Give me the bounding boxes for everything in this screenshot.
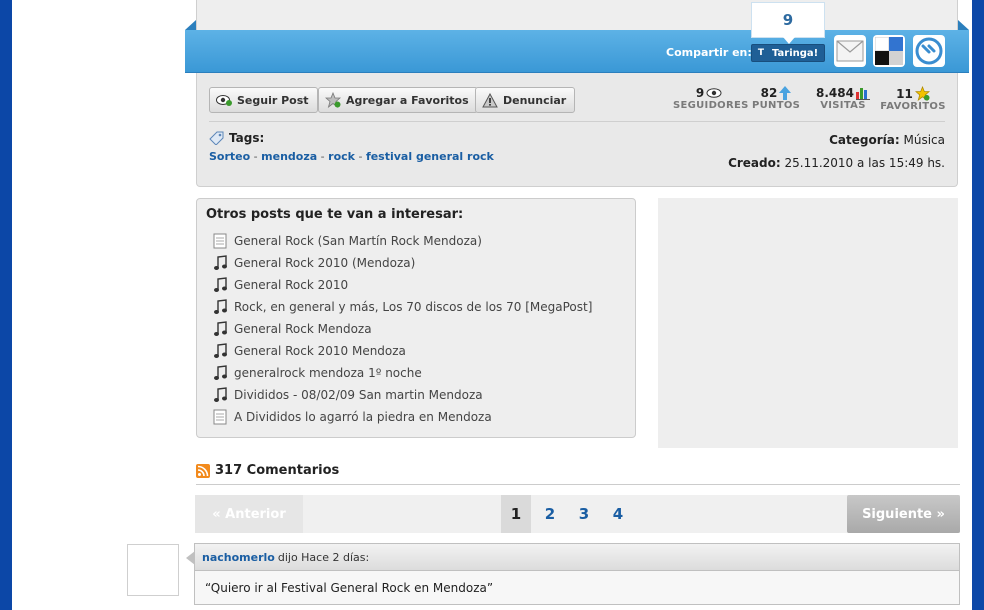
tag-link[interactable]: Sorteo <box>209 150 250 163</box>
pager-page[interactable]: 1 <box>501 495 531 533</box>
taringa-icon: T <box>757 48 765 58</box>
related-post-label: Divididos - 08/02/09 San martin Mendoza <box>234 388 483 402</box>
page-frame-left <box>0 0 12 610</box>
related-post-item[interactable]: General Rock Mendoza <box>213 318 592 340</box>
share-taringa-button[interactable]: T Taringa! <box>751 44 825 62</box>
music-note-icon <box>214 343 227 358</box>
comment-header: nachomerlo dijo Hace 2 días: <box>186 543 960 571</box>
page-frame-right <box>972 0 984 610</box>
report-button[interactable]: Denunciar <box>475 87 576 113</box>
share-delicious-icon[interactable] <box>873 35 905 67</box>
tag-separator: - <box>250 150 262 163</box>
post-body-bottom <box>196 0 958 34</box>
actions-divider <box>209 121 945 122</box>
comment-avatar[interactable] <box>127 544 179 596</box>
post-created: Creado: 25.11.2010 a las 15:49 hs. <box>728 156 945 170</box>
eye-icon <box>706 88 722 98</box>
pager-next-button[interactable]: Siguiente » <box>847 495 960 533</box>
tags-list: Sorteo - mendoza - rock - festival gener… <box>209 150 494 163</box>
eye-plus-icon <box>216 95 232 106</box>
tag-icon <box>209 131 224 145</box>
stat-followers: 9 SEGUIDORES <box>673 86 749 111</box>
star-plus-icon <box>325 92 341 108</box>
comment-author[interactable]: nachomerlo <box>202 551 275 564</box>
music-note-icon <box>214 255 227 270</box>
comments-divider <box>196 484 960 485</box>
tag-separator: - <box>354 150 366 163</box>
related-post-label: General Rock 2010 <box>234 278 349 292</box>
related-posts-title: Otros posts que te van a interesar: <box>206 207 464 222</box>
music-note-icon <box>214 365 227 380</box>
add-favorite-button[interactable]: Agregar a Favoritos <box>318 87 478 113</box>
related-post-item[interactable]: General Rock 2010 Mendoza <box>213 340 592 362</box>
comment-meta: dijo Hace 2 días: <box>277 550 370 564</box>
pager-page[interactable]: 4 <box>603 495 633 533</box>
pager-page[interactable]: 3 <box>569 495 599 533</box>
share-taringa-label: Taringa! <box>772 47 819 59</box>
share-count: 9 <box>751 2 825 44</box>
related-post-label: generalrock mendoza 1º noche <box>234 366 422 380</box>
star-icon <box>914 86 930 101</box>
music-note-icon <box>214 321 227 336</box>
related-post-item[interactable]: generalrock mendoza 1º noche <box>213 362 592 384</box>
related-post-item[interactable]: Rock, en general y más, Los 70 discos de… <box>213 296 592 318</box>
share-meneame-icon[interactable] <box>913 35 945 67</box>
related-post-item[interactable]: General Rock 2010 <box>213 274 592 296</box>
warning-icon <box>482 92 498 107</box>
ad-placeholder <box>658 198 958 448</box>
comments-heading: 317 Comentarios <box>196 463 339 478</box>
pager-prev-button[interactable]: « Anterior <box>195 495 303 533</box>
music-note-icon <box>214 299 227 314</box>
pager-page[interactable]: 2 <box>535 495 565 533</box>
document-icon <box>213 233 227 249</box>
rss-icon[interactable] <box>196 463 210 478</box>
tag-link[interactable]: mendoza <box>261 150 317 163</box>
related-post-label: General Rock (San Martín Rock Mendoza) <box>234 234 482 248</box>
related-post-label: General Rock 2010 Mendoza <box>234 344 406 358</box>
music-note-icon <box>214 277 227 292</box>
related-post-item[interactable]: General Rock (San Martín Rock Mendoza) <box>213 230 592 252</box>
tag-link[interactable]: festival general rock <box>366 150 494 163</box>
share-email-icon[interactable] <box>834 35 866 67</box>
tag-separator: - <box>317 150 329 163</box>
share-ribbon-fold-left <box>185 20 196 30</box>
related-post-item[interactable]: Divididos - 08/02/09 San martin Mendoza <box>213 384 592 406</box>
comment-text: “Quiero ir al Festival General Rock en M… <box>194 571 960 605</box>
related-post-label: Rock, en general y más, Los 70 discos de… <box>234 300 593 314</box>
post-category: Categoría: Música <box>829 133 945 147</box>
document-icon <box>213 409 227 425</box>
follow-post-button[interactable]: Seguir Post <box>209 87 318 113</box>
related-post-label: A Divididos lo agarró la piedra en Mendo… <box>234 410 492 424</box>
related-post-item[interactable]: General Rock 2010 (Mendoza) <box>213 252 592 274</box>
bar-chart-icon <box>855 88 870 100</box>
tag-link[interactable]: rock <box>328 150 355 163</box>
share-label: Compartir en: <box>666 46 752 59</box>
music-note-icon <box>214 387 227 402</box>
category-link[interactable]: Música <box>904 133 946 147</box>
tags-heading: Tags: <box>209 131 264 145</box>
related-posts-box: Otros posts que te van a interesar: Gene… <box>196 198 636 438</box>
stat-favorites: 11 FAVORITOS <box>880 86 946 112</box>
share-ribbon-fold-right <box>958 20 969 30</box>
related-post-label: General Rock 2010 (Mendoza) <box>234 256 416 270</box>
related-posts-list: General Rock (San Martín Rock Mendoza) Ge… <box>213 230 592 428</box>
stat-visits: 8.484 VISITAS <box>813 86 873 111</box>
stat-points: 82 PUNTOS <box>752 86 801 111</box>
related-post-item[interactable]: A Divididos lo agarró la piedra en Mendo… <box>213 406 592 428</box>
arrow-up-icon <box>779 86 792 100</box>
related-post-label: General Rock Mendoza <box>234 322 372 336</box>
